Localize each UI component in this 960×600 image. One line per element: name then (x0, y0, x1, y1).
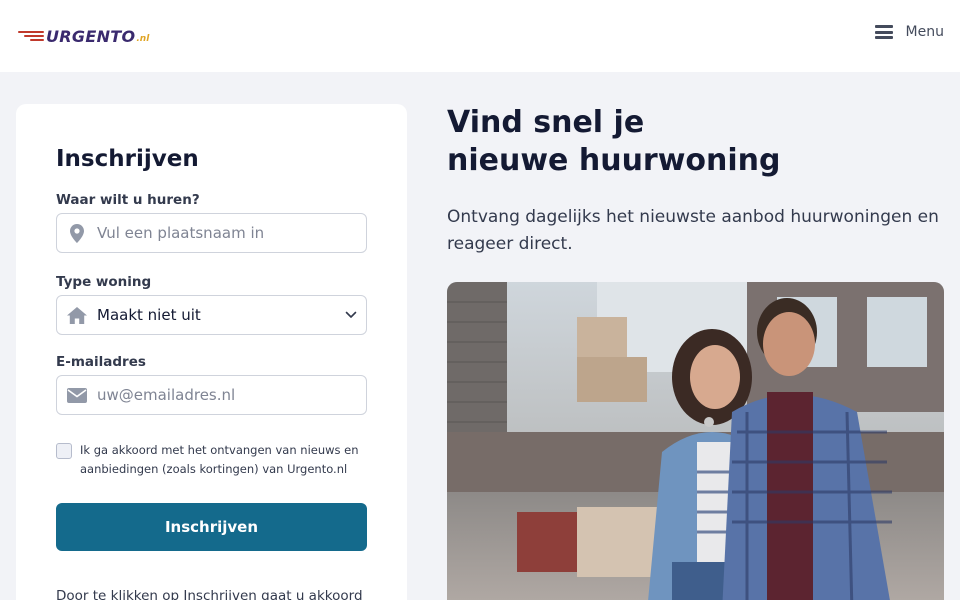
chevron-down-icon (336, 311, 366, 319)
form-title: Inschrijven (56, 146, 199, 172)
menu-label: Menu (905, 24, 944, 40)
email-field[interactable] (56, 375, 367, 415)
hero-title: Vind snel je nieuwe huurwoning (447, 104, 781, 180)
type-select-value: Maakt niet uit (97, 306, 201, 324)
map-pin-icon (57, 223, 97, 243)
hero-title-line2: nieuwe huurwoning (447, 143, 781, 178)
consent-checkbox[interactable] (56, 443, 72, 459)
hero-subtitle: Ontvang dagelijks het nieuwste aanbod hu… (447, 207, 939, 254)
logo-tld: .nl (136, 33, 150, 44)
hero-photo (447, 282, 944, 600)
type-label: Type woning (56, 274, 152, 290)
site-header: URGENTO .nl Menu (0, 0, 960, 72)
signup-card: Inschrijven Waar wilt u huren? Type woni… (16, 104, 407, 600)
location-input[interactable] (97, 214, 366, 252)
logo-text: URGENTO (46, 26, 136, 46)
type-select[interactable]: Maakt niet uit (56, 295, 367, 335)
speed-lines-icon (16, 29, 44, 43)
envelope-icon (57, 387, 97, 403)
hamburger-icon (874, 25, 893, 39)
terms-text: Door te klikken op Inschrijven gaat u ak… (56, 588, 363, 600)
location-label: Waar wilt u huren? (56, 192, 200, 208)
consent-label[interactable]: Ik ga akkoord met het ontvangen van nieu… (80, 441, 370, 479)
signup-button[interactable]: Inschrijven (56, 503, 367, 551)
email-label: E-mailadres (56, 354, 146, 370)
menu-button[interactable]: Menu (874, 24, 944, 40)
house-icon (57, 306, 97, 324)
location-field[interactable] (56, 213, 367, 253)
urgento-logo[interactable]: URGENTO .nl (16, 24, 149, 48)
email-input[interactable] (97, 376, 366, 414)
hero-title-line1: Vind snel je (447, 105, 645, 140)
